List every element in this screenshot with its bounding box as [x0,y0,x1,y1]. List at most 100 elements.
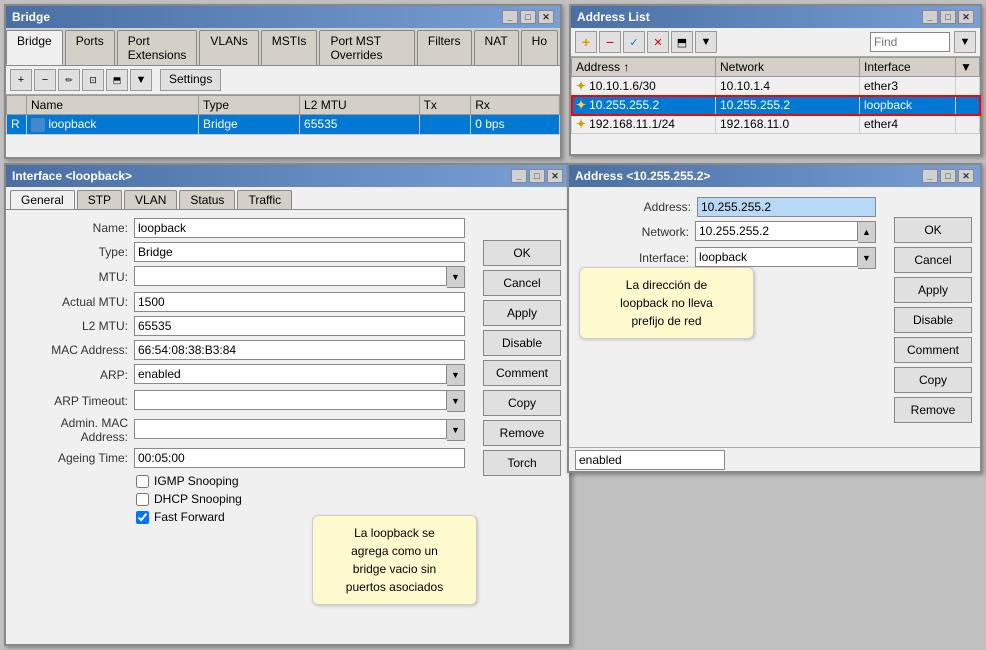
iface-remove-btn[interactable]: Remove [483,420,561,446]
remove-btn[interactable]: − [34,69,56,91]
arp-timeout-label: ARP Timeout: [14,394,134,408]
row-l2mtu: 65535 [300,115,420,135]
addr-disable-btn[interactable]: ✕ [647,31,669,53]
name-input[interactable] [134,218,465,238]
addr-address-label: Address: [577,200,697,214]
tab-port-mst[interactable]: Port MST Overrides [319,30,414,65]
iface-torch-btn[interactable]: Torch [483,450,561,476]
iface-close-btn[interactable]: ✕ [547,169,563,183]
iface-tab-vlan[interactable]: VLAN [124,190,177,209]
addr-address-input[interactable] [697,197,876,217]
table-row[interactable]: R loopback Bridge 65535 0 bps [7,115,560,135]
edit-btn[interactable]: ✏ [58,69,80,91]
iface-comment-btn[interactable]: Comment [483,360,561,386]
addr-edit-cancel-btn[interactable]: Cancel [894,247,972,273]
type-input[interactable] [134,242,465,262]
addr-row-1[interactable]: ✦10.10.1.6/30 10.10.1.4 ether3 [572,77,980,96]
copy-btn[interactable]: ⊡ [82,69,104,91]
add-btn[interactable]: + [10,69,32,91]
mtu-input[interactable] [134,266,447,286]
addr-copy-btn[interactable]: ⬒ [671,31,693,53]
addr-edit-close-btn[interactable]: ✕ [958,169,974,183]
tab-bridge[interactable]: Bridge [6,30,63,65]
fast-forward-checkbox[interactable] [136,511,149,524]
bridge-close-btn[interactable]: ✕ [538,10,554,24]
bridge-tab-bar: Bridge Ports Port Extensions VLANs MSTIs… [6,28,560,66]
tab-ho[interactable]: Ho [521,30,558,65]
fast-forward-label: Fast Forward [154,510,225,524]
row-rx: 0 bps [471,115,560,135]
iface-tab-traffic[interactable]: Traffic [237,190,292,209]
admin-mac-wrapper: ▼ [134,419,465,441]
addr-edit-remove-btn[interactable]: Remove [894,397,972,423]
addr-network-input[interactable] [695,221,858,241]
addr-edit-minimize-btn[interactable]: _ [922,169,938,183]
addr-edit-apply-btn[interactable]: Apply [894,277,972,303]
tab-filters[interactable]: Filters [417,30,472,65]
addr-edit-status-input[interactable] [575,450,725,470]
addr-network-dropdown-btn[interactable]: ▲ [858,221,876,243]
addr-maximize-btn[interactable]: □ [940,10,956,24]
addr-row-3[interactable]: ✦192.168.11.1/24 192.168.11.0 ether4 [572,115,980,134]
row1-icon: ✦ [576,79,586,93]
addr-expand-btn[interactable]: ▼ [954,31,976,53]
iface-minimize-btn[interactable]: _ [511,169,527,183]
arp-dropdown-btn[interactable]: ▼ [447,364,465,386]
filter-btn[interactable]: ▼ [130,69,152,91]
addr-add-btn[interactable]: + [575,31,597,53]
mac-input[interactable] [134,340,465,360]
iface-disable-btn[interactable]: Disable [483,330,561,356]
addr-enable-btn[interactable]: ✓ [623,31,645,53]
tab-vlans[interactable]: VLANs [199,30,258,65]
paste-btn[interactable]: ⬒ [106,69,128,91]
addr-tooltip-text: La dirección deloopback no llevaprefijo … [620,278,713,328]
addr-edit-disable-btn[interactable]: Disable [894,307,972,333]
tab-nat[interactable]: NAT [474,30,519,65]
addr-interface-input[interactable] [695,247,858,267]
iface-tab-stp[interactable]: STP [77,190,122,209]
iface-apply-btn[interactable]: Apply [483,300,561,326]
arp-timeout-input[interactable] [134,390,447,410]
iface-tab-general[interactable]: General [10,190,75,209]
iface-maximize-btn[interactable]: □ [529,169,545,183]
addr-row3-network: 192.168.11.0 [716,115,860,134]
addr-remove-btn[interactable]: − [599,31,621,53]
tab-port-extensions[interactable]: Port Extensions [117,30,198,65]
addr-edit-maximize-btn[interactable]: □ [940,169,956,183]
actual-mtu-input[interactable] [134,292,465,312]
find-input[interactable] [870,32,950,52]
row3-icon: ✦ [576,117,586,131]
addr-interface-dropdown-btn[interactable]: ▼ [858,247,876,269]
iface-controls: _ □ ✕ [511,169,563,183]
tab-ports[interactable]: Ports [65,30,115,65]
l2mtu-input[interactable] [134,316,465,336]
iface-cancel-btn[interactable]: Cancel [483,270,561,296]
admin-mac-dropdown-btn[interactable]: ▼ [447,419,465,441]
arp-input[interactable] [134,364,447,384]
addr-edit-copy-btn[interactable]: Copy [894,367,972,393]
addr-minimize-btn[interactable]: _ [922,10,938,24]
arp-wrapper: ▼ [134,364,465,386]
arp-timeout-dropdown-btn[interactable]: ▼ [447,390,465,412]
mtu-dropdown-btn[interactable]: ▼ [447,266,465,288]
addr-edit-btn-panel: OK Cancel Apply Disable Comment Copy Rem… [894,217,974,423]
addr-edit-ok-btn[interactable]: OK [894,217,972,243]
iface-ok-btn[interactable]: OK [483,240,561,266]
addr-close-btn[interactable]: ✕ [958,10,974,24]
admin-mac-input[interactable] [134,419,447,439]
addr-row2-network: 10.255.255.2 [716,96,860,115]
addr-row-2[interactable]: ✦10.255.255.2 10.255.255.2 loopback [572,96,980,115]
ageing-input[interactable] [134,448,465,468]
igmp-checkbox[interactable] [136,475,149,488]
bridge-minimize-btn[interactable]: _ [502,10,518,24]
ageing-label: Ageing Time: [14,451,134,465]
iface-copy-btn[interactable]: Copy [483,390,561,416]
dhcp-checkbox[interactable] [136,493,149,506]
settings-button[interactable]: Settings [160,69,221,91]
iface-tab-status[interactable]: Status [179,190,235,209]
bridge-maximize-btn[interactable]: □ [520,10,536,24]
tab-mstis[interactable]: MSTIs [261,30,318,65]
admin-mac-row: Admin. MAC Address: ▼ [6,416,473,444]
addr-edit-comment-btn[interactable]: Comment [894,337,972,363]
addr-filter-btn[interactable]: ▼ [695,31,717,53]
